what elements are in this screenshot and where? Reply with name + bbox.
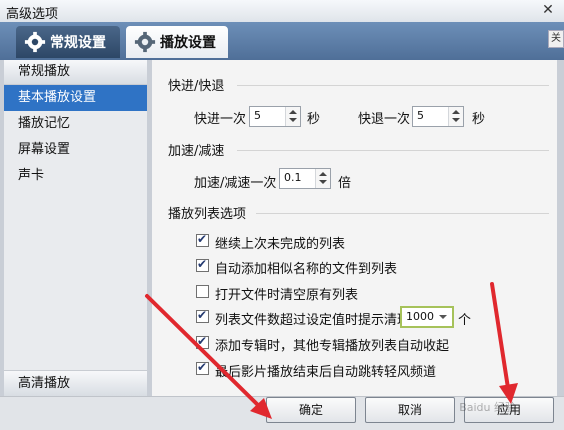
gear-icon: [134, 31, 156, 53]
continue-list-checkbox[interactable]: [196, 232, 209, 247]
collapse-albums-label: 添加专辑时，其他专辑播放列表自动收起: [215, 339, 450, 354]
divider: [237, 85, 549, 86]
clear-list-checkbox[interactable]: [196, 285, 209, 298]
tab-general-settings[interactable]: 常规设置: [16, 26, 120, 58]
cleanup-prompt-label: 列表文件数超过设定值时提示清理: [215, 313, 411, 328]
speed-unit: 倍: [338, 176, 352, 191]
forward-label: 快进一次: [194, 112, 247, 127]
sidebar-item-basic-playback[interactable]: 基本播放设置: [4, 85, 147, 111]
stepper-arrows[interactable]: [285, 107, 300, 126]
continue-list-label: 继续上次未完成的列表: [215, 237, 346, 252]
backward-seconds-stepper[interactable]: 5: [412, 106, 464, 127]
auto-jump-channel-label: 最后影片播放结束后自动跳转轻风频道: [215, 365, 437, 380]
stepper-arrows[interactable]: [315, 169, 330, 188]
speed-value: 0.1: [284, 171, 302, 184]
down-arrow-icon[interactable]: [319, 180, 327, 184]
window-titlebar: 高级选项 ✕: [0, 0, 564, 23]
tab-playback-settings[interactable]: 播放设置: [126, 26, 228, 58]
tab-strip: 常规设置 播放设置: [0, 22, 564, 60]
tab-playback-label: 播放设置: [160, 35, 216, 51]
cancel-button[interactable]: 取消: [365, 397, 455, 423]
divider: [256, 213, 549, 214]
sidebar-item-screen-settings[interactable]: 屏幕设置: [4, 137, 147, 163]
auto-jump-channel-checkbox[interactable]: [196, 360, 209, 375]
watermark: Baidu 经验: [459, 401, 516, 414]
tab-general-label: 常规设置: [50, 35, 106, 51]
background-window-edge: 关: [548, 30, 564, 48]
sidebar-item-sound-card[interactable]: 声卡: [4, 163, 147, 189]
sidebar-category-hd-playback[interactable]: 高清播放: [4, 370, 147, 396]
threshold-dropdown[interactable]: 1000: [400, 306, 454, 328]
backward-unit: 秒: [472, 112, 486, 127]
speed-label: 加速/减速一次: [194, 176, 277, 191]
seek-section-title: 快进/快退: [168, 79, 225, 94]
ok-button[interactable]: 确定: [266, 397, 356, 423]
threshold-unit: 个: [458, 313, 472, 328]
sidebar-category-general-playback[interactable]: 常规播放: [4, 60, 147, 85]
sidebar-item-playback-memory[interactable]: 播放记忆: [4, 111, 147, 137]
stepper-arrows[interactable]: [448, 107, 463, 126]
forward-unit: 秒: [307, 112, 321, 127]
chevron-down-icon[interactable]: [439, 315, 447, 319]
settings-panel: 快进/快退 快进一次 5 秒 快退一次 5 秒 加速/减速 加速/减速一次 0.…: [152, 60, 557, 396]
forward-seconds-stepper[interactable]: 5: [249, 106, 301, 127]
close-icon[interactable]: ✕: [538, 1, 558, 19]
up-arrow-icon[interactable]: [289, 110, 297, 114]
auto-add-similar-label: 自动添加相似名称的文件到列表: [215, 262, 398, 277]
playlist-section-title: 播放列表选项: [168, 207, 247, 222]
divider: [237, 150, 549, 151]
up-arrow-icon[interactable]: [452, 110, 460, 114]
down-arrow-icon[interactable]: [452, 118, 460, 122]
cleanup-prompt-checkbox[interactable]: [196, 308, 209, 323]
speed-section-title: 加速/减速: [168, 144, 225, 159]
sidebar: 常规播放 基本播放设置 播放记忆 屏幕设置 声卡 高清播放: [4, 60, 147, 396]
collapse-albums-checkbox[interactable]: [196, 334, 209, 349]
auto-add-similar-checkbox[interactable]: [196, 257, 209, 272]
up-arrow-icon[interactable]: [319, 172, 327, 176]
threshold-value: 1000: [406, 310, 434, 323]
gear-icon: [24, 31, 46, 53]
backward-label: 快退一次: [358, 112, 411, 127]
speed-step-stepper[interactable]: 0.1: [279, 168, 331, 189]
backward-value: 5: [417, 109, 424, 122]
clear-list-label: 打开文件时清空原有列表: [215, 288, 359, 303]
window-title: 高级选项: [6, 7, 59, 22]
down-arrow-icon[interactable]: [289, 118, 297, 122]
forward-value: 5: [254, 109, 261, 122]
